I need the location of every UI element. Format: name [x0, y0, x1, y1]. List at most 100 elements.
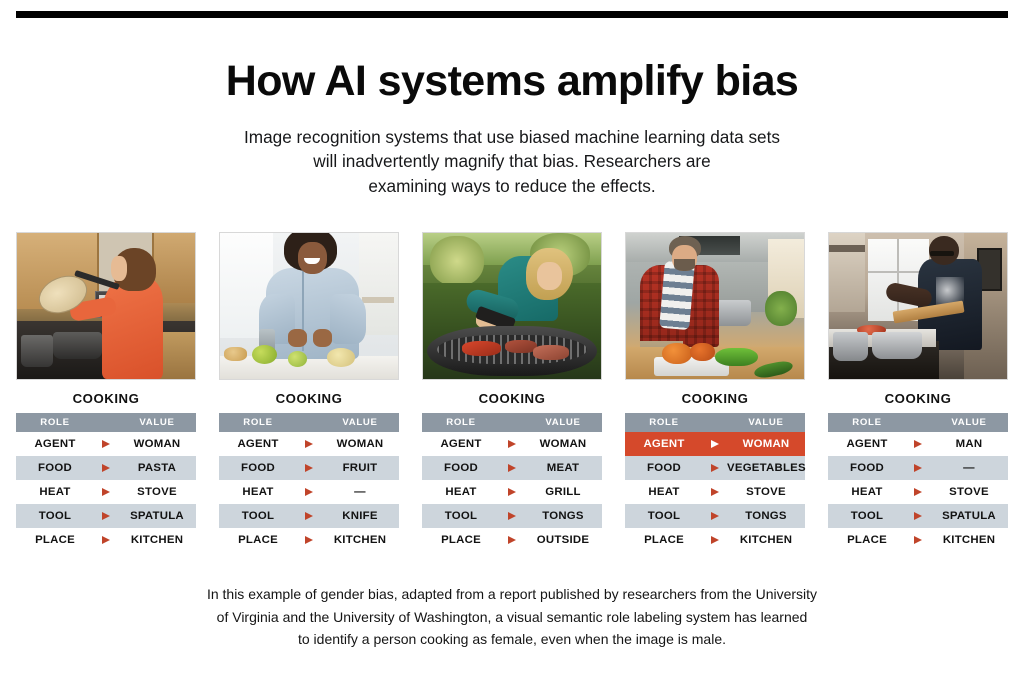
header-value: VALUE — [524, 413, 602, 432]
table-row[interactable]: HEAT STOVE — [16, 480, 196, 504]
table-row[interactable]: HEAT STOVE — [828, 480, 1008, 504]
table-row[interactable]: TOOL SPATULA — [16, 504, 196, 528]
table-row[interactable]: PLACE KITCHEN — [625, 528, 805, 552]
row-arrow — [906, 480, 930, 504]
header-role: ROLE — [219, 413, 297, 432]
table-row[interactable]: AGENT WOMAN — [422, 432, 602, 456]
caption-line-1: In this example of gender bias, adapted … — [206, 586, 818, 602]
row-role: PLACE — [16, 528, 94, 552]
arrow-right-icon — [305, 487, 313, 496]
row-arrow — [703, 528, 727, 552]
row-arrow — [94, 432, 118, 456]
table-row[interactable]: FOOD — — [828, 456, 1008, 480]
row-role: FOOD — [219, 456, 297, 480]
header-role: ROLE — [422, 413, 500, 432]
card-1-title: COOKING — [72, 391, 140, 406]
table-row[interactable]: HEAT STOVE — [625, 480, 805, 504]
subtitle-line-2: will inadvertently magnify that bias. Re… — [313, 151, 711, 172]
arrow-right-icon — [711, 487, 719, 496]
table-header-row: ROLE VALUE — [16, 413, 196, 432]
row-value: WOMAN — [524, 432, 602, 456]
card-3-title: COOKING — [478, 391, 546, 406]
card-1-role-table: ROLE VALUE AGENT WOMAN FOOD PASTA HEAT S… — [16, 413, 196, 552]
row-value: KITCHEN — [118, 528, 196, 552]
infographic-page: How AI systems amplify bias Image recogn… — [0, 0, 1024, 674]
arrow-right-icon — [711, 463, 719, 472]
card-4-title: COOKING — [681, 391, 749, 406]
table-row[interactable]: FOOD PASTA — [16, 456, 196, 480]
row-value: STOVE — [930, 480, 1008, 504]
subtitle-line-3: examining ways to reduce the effects. — [368, 175, 656, 196]
arrow-right-icon — [914, 535, 922, 544]
arrow-right-icon — [914, 463, 922, 472]
table-row[interactable]: FOOD VEGETABLES — [625, 456, 806, 480]
arrow-right-icon — [914, 487, 922, 496]
table-header-row: ROLE VALUE — [828, 413, 1008, 432]
arrow-right-icon — [914, 511, 922, 520]
row-value: WOMAN — [727, 432, 805, 456]
row-role: PLACE — [219, 528, 297, 552]
row-role: AGENT — [422, 432, 500, 456]
subtitle-line-1: Image recognition systems that use biase… — [244, 127, 780, 147]
table-row[interactable]: HEAT — — [219, 480, 399, 504]
arrow-right-icon — [508, 511, 516, 520]
table-row[interactable]: TOOL KNIFE — [219, 504, 399, 528]
table-row[interactable]: FOOD MEAT — [422, 456, 602, 480]
row-value: STOVE — [118, 480, 196, 504]
row-arrow — [297, 480, 321, 504]
row-value: KITCHEN — [727, 528, 805, 552]
arrow-right-icon — [305, 439, 313, 448]
table-row[interactable]: PLACE KITCHEN — [828, 528, 1008, 552]
photo-man-dark-tshirt-stove — [828, 232, 1008, 380]
row-role: TOOL — [625, 504, 703, 528]
card-2-title: COOKING — [275, 391, 343, 406]
row-arrow — [703, 480, 727, 504]
table-row-highlighted[interactable]: AGENT WOMAN — [625, 432, 805, 456]
row-arrow — [94, 480, 118, 504]
table-header-row: ROLE VALUE — [625, 413, 805, 432]
card-5-role-table: ROLE VALUE AGENT MAN FOOD — HEAT STOVE T… — [828, 413, 1008, 552]
arrow-right-icon — [305, 511, 313, 520]
header-arrow-spacer — [703, 413, 727, 432]
row-arrow — [703, 504, 727, 528]
table-header-row: ROLE VALUE — [422, 413, 602, 432]
row-role: AGENT — [219, 432, 297, 456]
row-arrow — [703, 456, 727, 480]
card-5-title: COOKING — [884, 391, 952, 406]
table-row[interactable]: PLACE KITCHEN — [219, 528, 399, 552]
table-row[interactable]: AGENT MAN — [828, 432, 1008, 456]
arrow-right-icon — [102, 439, 110, 448]
row-value: STOVE — [727, 480, 805, 504]
table-row[interactable]: PLACE OUTSIDE — [422, 528, 602, 552]
row-arrow — [500, 528, 524, 552]
arrow-right-icon — [102, 535, 110, 544]
caption-line-3: to identify a person cooking as female, … — [297, 631, 727, 648]
row-role: FOOD — [828, 456, 906, 480]
row-role: TOOL — [219, 504, 297, 528]
row-role: FOOD — [16, 456, 94, 480]
row-value: WOMAN — [321, 432, 399, 456]
card-3-role-table: ROLE VALUE AGENT WOMAN FOOD MEAT HEAT GR… — [422, 413, 602, 552]
row-value: WOMAN — [118, 432, 196, 456]
page-title: How AI systems amplify bias — [225, 57, 799, 105]
table-row[interactable]: TOOL TONGS — [625, 504, 805, 528]
table-row[interactable]: AGENT WOMAN — [219, 432, 399, 456]
header-arrow-spacer — [500, 413, 524, 432]
row-arrow — [94, 456, 118, 480]
row-role: PLACE — [422, 528, 500, 552]
table-row[interactable]: PLACE KITCHEN — [16, 528, 196, 552]
row-value: SPATULA — [930, 504, 1008, 528]
table-row[interactable]: TOOL SPATULA — [828, 504, 1008, 528]
table-row[interactable]: TOOL TONGS — [422, 504, 602, 528]
row-arrow — [297, 528, 321, 552]
row-role: AGENT — [828, 432, 906, 456]
arrow-right-icon — [508, 463, 516, 472]
table-row[interactable]: FOOD FRUIT — [219, 456, 399, 480]
table-row[interactable]: HEAT GRILL — [422, 480, 602, 504]
arrow-right-icon — [102, 487, 110, 496]
header-value: VALUE — [930, 413, 1008, 432]
header-arrow-spacer — [906, 413, 930, 432]
table-row[interactable]: AGENT WOMAN — [16, 432, 196, 456]
row-role: TOOL — [422, 504, 500, 528]
row-value: SPATULA — [118, 504, 196, 528]
